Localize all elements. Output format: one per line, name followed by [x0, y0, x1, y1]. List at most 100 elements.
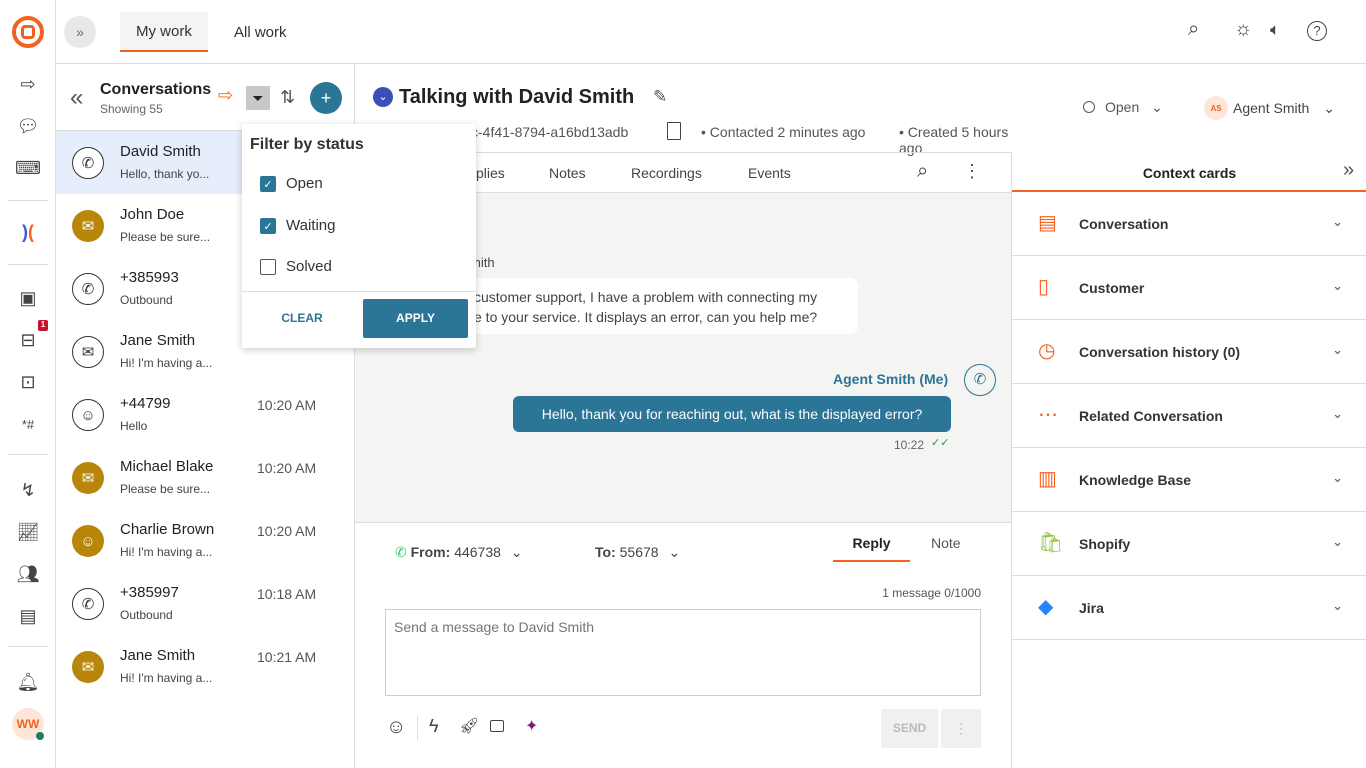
collapse-list-icon[interactable]: «: [70, 84, 83, 112]
tab-replies[interactable]: plies: [476, 165, 505, 181]
analytics-icon[interactable]: 📈︎: [16, 520, 40, 544]
filter-button[interactable]: ⏷: [246, 86, 270, 110]
card-title: Knowledge Base: [1079, 472, 1192, 488]
tab-recordings[interactable]: Recordings: [631, 165, 702, 181]
avatar-initials: WW: [16, 717, 40, 731]
inbox-icon[interactable]: ⊟: [16, 328, 40, 352]
emoji-icon[interactable]: ☺: [386, 716, 406, 739]
people-icon[interactable]: 👥︎: [16, 562, 40, 586]
message-preview: Outbound: [120, 608, 173, 622]
to-label: To:: [595, 544, 616, 560]
tab-notes[interactable]: Notes: [549, 165, 586, 181]
context-card[interactable]: 🛍︎ Shopify ⌄: [1012, 512, 1366, 576]
bell-icon[interactable]: 🔔︎: [16, 670, 40, 694]
tab-note[interactable]: Note: [931, 535, 961, 551]
bot-icon[interactable]: ⊡: [16, 370, 40, 394]
list-title: Conversations: [100, 81, 212, 98]
message-input[interactable]: [385, 609, 981, 696]
phone-icon: ✆: [72, 588, 104, 620]
search-messages-icon[interactable]: ⌕: [917, 160, 928, 183]
status-dropdown[interactable]: Open ⌄: [1083, 99, 1163, 116]
message-time: 10:20 AM: [257, 523, 317, 539]
flow-icon[interactable]: ↯: [16, 478, 40, 502]
filter-solved-checkbox[interactable]: [260, 259, 276, 275]
sound-icon[interactable]: 🔈︎: [1270, 20, 1280, 40]
hashtag-icon[interactable]: *#: [16, 412, 40, 436]
theme-icon[interactable]: ☼: [1234, 18, 1252, 41]
filter-waiting-checkbox[interactable]: ✓: [260, 218, 276, 234]
tab-label: All work: [234, 23, 287, 41]
whatsapp-icon: ✆: [72, 147, 104, 179]
arrow-indicator-icon: ⇨: [218, 85, 234, 105]
send-options-button[interactable]: ⋮: [941, 709, 981, 748]
conversation-list-item[interactable]: ✉ Jane Smith Hi! I'm having a... 10:21 A…: [56, 635, 354, 698]
whatsapp-icon: ✆: [395, 544, 407, 560]
send-button[interactable]: SEND: [881, 709, 938, 748]
contact-name: Michael Blake: [120, 458, 214, 475]
tab-events[interactable]: Events: [748, 165, 791, 181]
video-icon[interactable]: [490, 720, 504, 732]
contacted-time: • Contacted 2 minutes ago: [701, 124, 866, 140]
from-selector[interactable]: ✆ From: 446738 ⌄: [395, 544, 523, 561]
outbound-icon[interactable]: ⇨: [16, 72, 40, 96]
context-card[interactable]: ▥ Knowledge Base ⌄: [1012, 448, 1366, 512]
rocket-icon[interactable]: 🚀︎: [459, 716, 479, 736]
tab-all-work[interactable]: All work: [218, 12, 303, 52]
message-time: 10:18 AM: [257, 586, 317, 602]
assignee-dropdown[interactable]: AS Agent Smith ⌄: [1204, 96, 1335, 120]
conversation-list-item[interactable]: ☺ Charlie Brown Hi! I'm having a... 10:2…: [56, 509, 354, 572]
chevron-down-icon: ⌄: [1332, 534, 1343, 549]
message-preview: Hi! I'm having a...: [120, 671, 213, 685]
filter-option-label: Solved: [286, 258, 332, 275]
conversation-id: c-4f41-8794-a16bd13adb: [471, 124, 629, 140]
apply-button[interactable]: APPLY: [363, 299, 468, 338]
top-bar: » My work All work ⌕ ☼ 🔈︎ ?: [56, 0, 1366, 64]
collapse-panel-icon[interactable]: »: [1343, 159, 1354, 182]
filter-open-checkbox[interactable]: ✓: [260, 176, 276, 192]
from-label: From:: [410, 544, 451, 560]
tab-reply[interactable]: Reply: [833, 530, 910, 562]
tab-my-work[interactable]: My work: [120, 12, 208, 52]
conversation-list-item[interactable]: ☺ +44799 Hello 10:20 AM: [56, 383, 354, 446]
ai-sparkle-icon[interactable]: ✦: [525, 716, 538, 736]
conversation-list-item[interactable]: ✉ Michael Blake Please be sure... 10:20 …: [56, 446, 354, 509]
terminal-icon[interactable]: ⌨︎: [15, 156, 41, 180]
chat-icon[interactable]: 💬︎: [16, 114, 40, 138]
conversation-icon: ▤: [1038, 212, 1057, 234]
message-preview: Hi! I'm having a...: [120, 545, 213, 559]
filter-option-label: Open: [286, 175, 323, 192]
message-preview: Hello: [120, 419, 148, 433]
help-icon[interactable]: ?: [1307, 21, 1327, 41]
notification-badge: 1: [38, 320, 48, 331]
context-card[interactable]: ▯ Customer ⌄: [1012, 256, 1366, 320]
book-icon[interactable]: ▤: [16, 604, 40, 628]
context-card[interactable]: ⋯ Related Conversation ⌄: [1012, 384, 1366, 448]
chevron-down-icon: ⌄: [1332, 406, 1343, 421]
sort-button[interactable]: ⇅: [280, 87, 295, 108]
message-preview: Hi! I'm having a...: [120, 356, 213, 370]
edit-title-icon[interactable]: ✎: [653, 87, 667, 107]
integrations-icon[interactable]: )(: [16, 220, 40, 244]
logo-icon[interactable]: [12, 16, 44, 48]
priority-icon[interactable]: ⌄: [373, 87, 393, 107]
expand-sidebar-button[interactable]: »: [64, 16, 96, 48]
related-icon: ⋯: [1038, 404, 1058, 426]
search-icon[interactable]: ⌕: [1188, 18, 1199, 41]
new-conversation-button[interactable]: +: [310, 82, 342, 114]
quick-reply-icon[interactable]: ϟ: [429, 716, 439, 737]
copy-id-icon[interactable]: [667, 122, 681, 140]
contact-name: +385997: [120, 584, 179, 601]
knowledge-icon[interactable]: ▣: [16, 286, 40, 310]
conversation-title: Talking with David Smith: [399, 86, 635, 108]
context-card[interactable]: ▤ Conversation ⌄: [1012, 192, 1366, 256]
message-time: 10:20 AM: [257, 460, 317, 476]
to-selector[interactable]: To: 55678 ⌄: [595, 544, 680, 561]
context-card[interactable]: ◆ Jira ⌄: [1012, 576, 1366, 640]
context-card[interactable]: ◷ Conversation history (0) ⌄: [1012, 320, 1366, 384]
context-cards-panel: Context cards » ▤ Conversation ⌄ ▯ Custo…: [1011, 152, 1366, 768]
card-title: Conversation: [1079, 216, 1169, 232]
clear-button[interactable]: CLEAR: [252, 299, 352, 338]
more-options-icon[interactable]: ⋮: [963, 161, 981, 182]
status-circle-icon: [1083, 101, 1095, 113]
conversation-list-item[interactable]: ✆ +385997 Outbound 10:18 AM: [56, 572, 354, 635]
